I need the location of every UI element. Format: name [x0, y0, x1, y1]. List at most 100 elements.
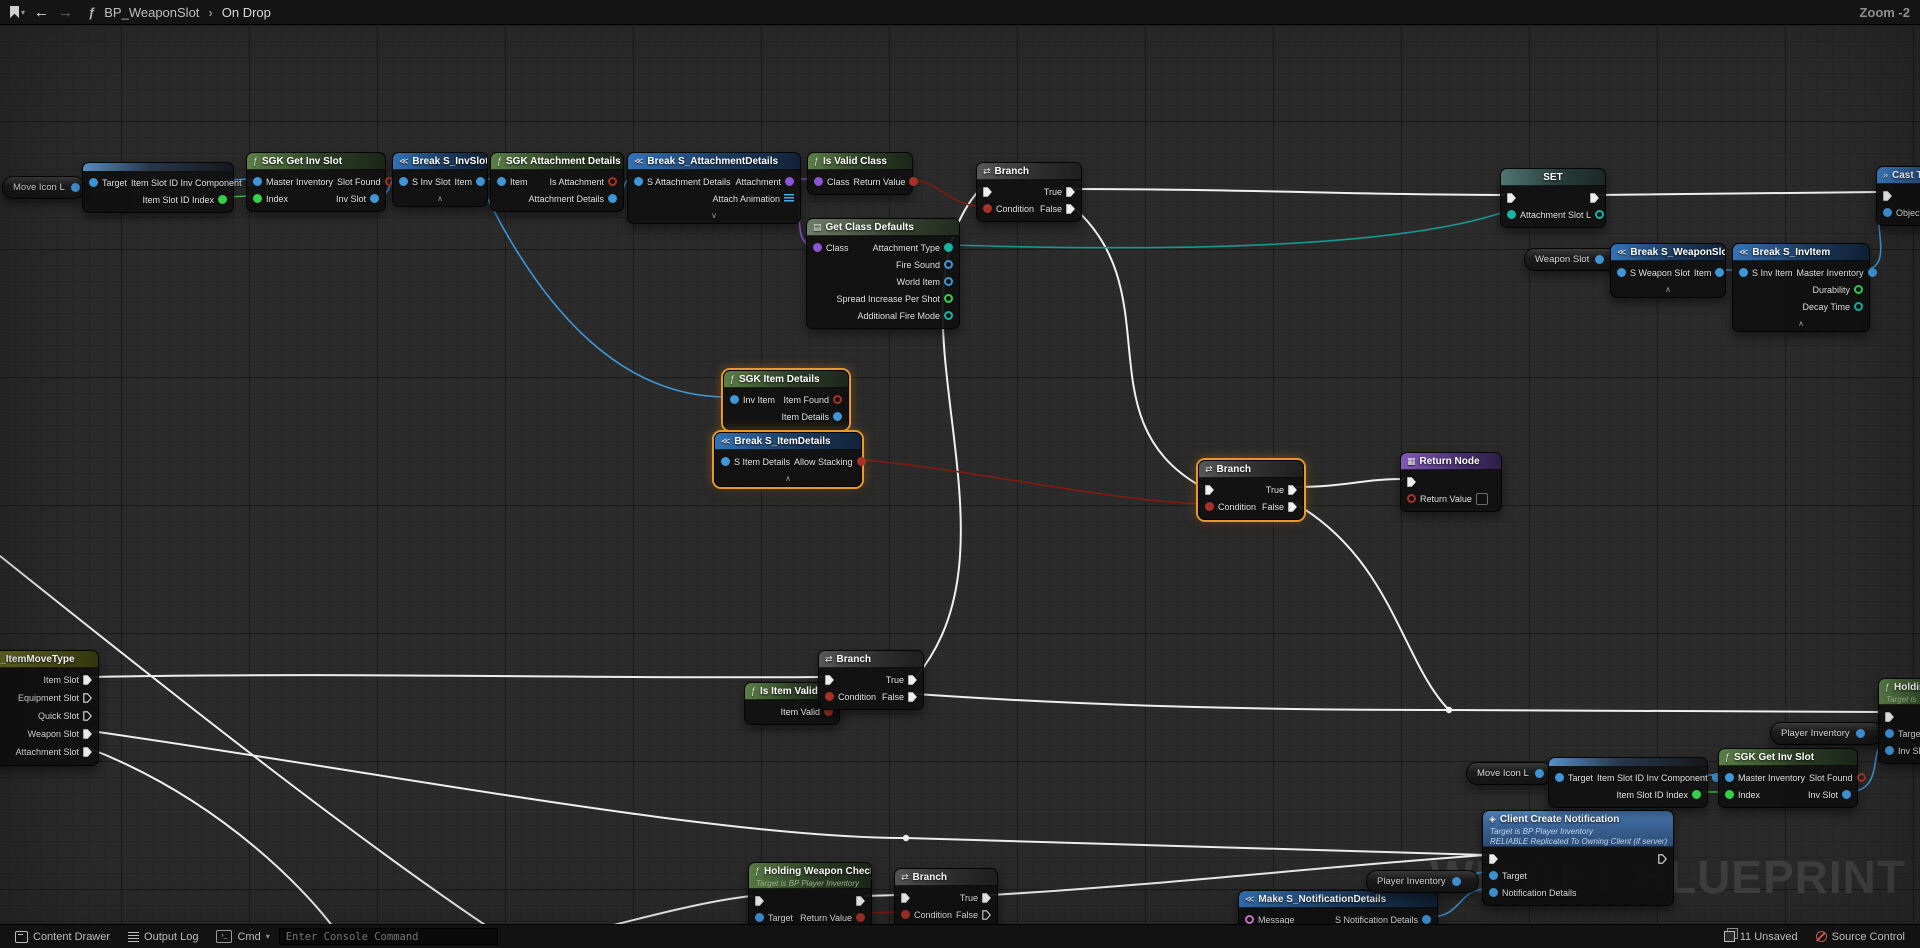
cmd-button[interactable]: ›_ Cmd ▾ — [207, 925, 278, 948]
break-s-itemdetails[interactable]: ≪Break S_ItemDetailsS Item DetailsAllow … — [714, 432, 862, 487]
node-header[interactable]: ƒSGK Attachment Details — [491, 153, 623, 170]
node-header[interactable]: ƒHolding Weapon CheckTarget is BP Player… — [749, 863, 871, 889]
node-header[interactable]: ≪Break S_WeaponSlot — [1611, 244, 1725, 261]
data-pin[interactable] — [1245, 915, 1254, 924]
graph-canvas[interactable]: Move Icon LTargetItem Slot ID Inv Compon… — [0, 0, 1920, 948]
bookmark-button[interactable]: ▾ — [10, 0, 25, 24]
data-pin[interactable] — [1595, 210, 1604, 219]
data-pin[interactable] — [856, 913, 865, 922]
data-pin[interactable] — [1555, 773, 1564, 782]
exec-pin[interactable] — [83, 747, 92, 757]
breadcrumb-blueprint[interactable]: BP_WeaponSlot — [104, 5, 199, 20]
exec-pin[interactable] — [1885, 712, 1894, 722]
collapse-chevron-icon[interactable]: ∧ — [393, 194, 487, 206]
node-header[interactable]: ƒSGK Get Inv Slot — [247, 153, 385, 170]
branch-4[interactable]: ⇄BranchTrueConditionFalse — [894, 868, 998, 928]
branch-3[interactable]: ⇄BranchTrueConditionFalse — [818, 650, 924, 710]
exec-pin[interactable] — [1066, 187, 1075, 197]
holding-weapon-check[interactable]: ƒHolding Weapon CheckTarget is BP Player… — [748, 862, 872, 931]
node-header[interactable]: ≪Break S_ItemDetails — [715, 433, 861, 450]
node-header[interactable]: ⇄Branch — [977, 163, 1081, 180]
breadcrumb-function[interactable]: On Drop — [222, 5, 271, 20]
node-header[interactable]: ≪Break S_InvSlot — [393, 153, 487, 170]
node-header[interactable]: ≪Make S_NotificationDetails — [1239, 891, 1437, 908]
var-move-icon-l[interactable]: Move Icon L — [2, 176, 85, 199]
data-pin[interactable] — [833, 412, 842, 421]
exec-pin[interactable] — [83, 711, 92, 721]
data-pin[interactable] — [476, 177, 485, 186]
node-header[interactable]: ≪Break S_AttachmentDetails — [628, 153, 800, 170]
data-pin[interactable] — [1883, 208, 1892, 217]
exec-pin[interactable] — [1507, 193, 1516, 203]
data-pin[interactable] — [901, 910, 910, 919]
exec-pin[interactable] — [83, 675, 92, 685]
exec-pin[interactable] — [908, 692, 917, 702]
exec-pin[interactable] — [83, 693, 92, 703]
data-pin[interactable] — [1407, 494, 1416, 503]
data-pin[interactable] — [1617, 268, 1626, 277]
node-header[interactable]: SET — [1501, 169, 1605, 186]
branch-1[interactable]: ⇄BranchTrueConditionFalse — [976, 162, 1082, 222]
sgk-attachment-details[interactable]: ƒSGK Attachment DetailsItemIs Attachment… — [490, 152, 624, 212]
node-header[interactable]: ⇄Branch — [895, 869, 997, 886]
collapse-chevron-icon[interactable]: ∧ — [715, 474, 861, 486]
data-pin[interactable] — [944, 243, 953, 252]
exec-pin[interactable] — [1590, 193, 1599, 203]
get-item-slot-id[interactable]: TargetItem Slot ID Inv ComponentItem Slo… — [82, 162, 234, 213]
collapse-chevron-icon[interactable]: ∨ — [628, 211, 800, 223]
data-pin[interactable] — [71, 183, 80, 192]
data-pin[interactable] — [785, 177, 794, 186]
data-pin[interactable] — [89, 178, 98, 187]
node-header[interactable]: ◈Client Create NotificationTarget is BP … — [1483, 811, 1673, 847]
data-pin[interactable] — [1535, 769, 1544, 778]
node-header[interactable]: ⇄Branch — [819, 651, 923, 668]
data-pin[interactable] — [1452, 877, 1461, 886]
data-pin[interactable] — [755, 913, 764, 922]
exec-pin[interactable] — [1489, 854, 1498, 864]
holding-check-cut[interactable]: ƒHoldingTarget isTargetInv Slot — [1878, 678, 1920, 764]
break-s-attachmentdetails[interactable]: ≪Break S_AttachmentDetailsS Attachment D… — [627, 152, 801, 224]
exec-pin[interactable] — [1883, 191, 1892, 201]
collapse-chevron-icon[interactable]: ∧ — [1611, 285, 1725, 297]
anim-sequence-pin[interactable] — [784, 194, 794, 203]
get-class-defaults[interactable]: ▤Get Class DefaultsClassAttachment TypeF… — [806, 218, 960, 329]
data-pin[interactable] — [1595, 255, 1604, 264]
data-pin[interactable] — [399, 177, 408, 186]
data-pin[interactable] — [370, 194, 379, 203]
var-player-inventory-2[interactable]: Player Inventory — [1770, 722, 1883, 745]
exec-pin[interactable] — [825, 675, 834, 685]
data-pin[interactable] — [218, 195, 227, 204]
default-value-checkbox[interactable] — [1476, 493, 1488, 505]
back-button[interactable]: ← — [34, 5, 49, 20]
data-pin[interactable] — [813, 243, 822, 252]
exec-pin[interactable] — [1288, 485, 1297, 495]
set-attachment-slot[interactable]: SETAttachment Slot L — [1500, 168, 1606, 228]
exec-pin[interactable] — [1288, 502, 1297, 512]
data-pin[interactable] — [1422, 915, 1431, 924]
var-weapon-slot[interactable]: Weapon Slot — [1524, 248, 1621, 271]
node-header[interactable]: ⇉Switch on E_ItemMoveType — [0, 651, 98, 668]
break-s-weaponslot[interactable]: ≪Break S_WeaponSlotS Weapon SlotItem∧ — [1610, 243, 1726, 298]
break-s-invitem[interactable]: ≪Break S_InvItemS Inv ItemMaster Invento… — [1732, 243, 1870, 332]
exec-pin[interactable] — [1658, 854, 1667, 864]
node-header[interactable]: ƒSGK Item Details — [724, 371, 848, 388]
exec-pin[interactable] — [901, 893, 910, 903]
data-pin[interactable] — [1739, 268, 1748, 277]
node-header[interactable]: »Cast To B — [1877, 167, 1920, 184]
data-pin[interactable] — [730, 395, 739, 404]
node-header[interactable]: ▤Get Class Defaults — [807, 219, 959, 236]
data-pin[interactable] — [944, 311, 953, 320]
data-pin[interactable] — [497, 177, 506, 186]
get-item-slot-id-2[interactable]: TargetItem Slot ID Inv ComponentItem Slo… — [1548, 757, 1708, 808]
exec-pin[interactable] — [755, 896, 764, 906]
cast-to[interactable]: »Cast To BObject — [1876, 166, 1920, 226]
sgk-item-details[interactable]: ƒSGK Item DetailsInv ItemItem FoundItem … — [723, 370, 849, 430]
collapse-chevron-icon[interactable]: ∧ — [1733, 319, 1869, 331]
node-header[interactable]: ƒSGK Get Inv Slot — [1719, 749, 1857, 766]
source-control-button[interactable]: Source Control — [1807, 931, 1914, 943]
var-move-icon-l-2[interactable]: Move Icon L — [1466, 762, 1553, 785]
return-node[interactable]: ▦Return NodeReturn Value — [1400, 452, 1502, 512]
data-pin[interactable] — [253, 177, 262, 186]
client-create-notification[interactable]: ◈Client Create NotificationTarget is BP … — [1482, 810, 1674, 906]
exec-pin[interactable] — [982, 893, 991, 903]
